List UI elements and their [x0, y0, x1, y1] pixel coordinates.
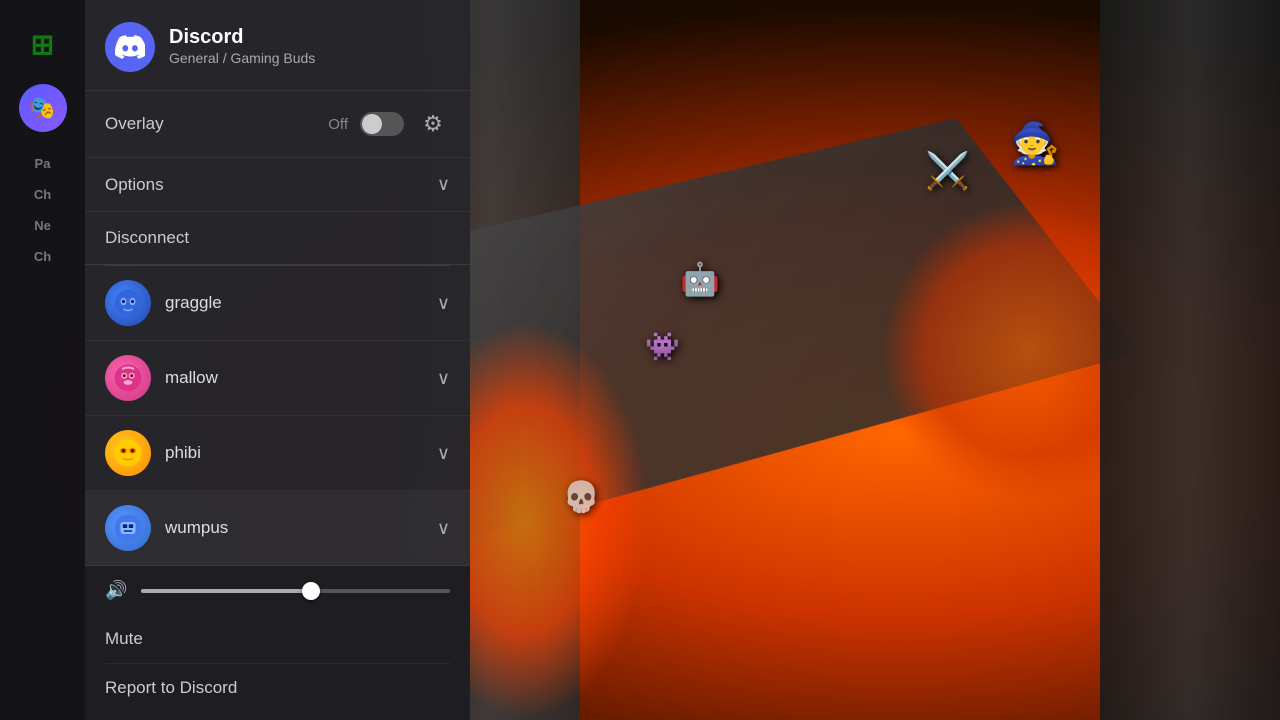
- user-row-wumpus[interactable]: wumpus ∨: [85, 491, 470, 566]
- overlay-toggle[interactable]: [360, 112, 404, 136]
- user-left-phibi: phibi: [105, 430, 201, 476]
- left-navigation-strip: ⊞ 🎭 Pa Ch Ne Ch: [0, 0, 85, 720]
- discord-panel: Discord General / Gaming Buds Overlay Of…: [85, 0, 470, 720]
- chevron-wumpus: ∨: [437, 518, 450, 539]
- volume-slider-thumb[interactable]: [302, 582, 320, 600]
- overlay-label: Overlay: [105, 114, 164, 134]
- avatar-wumpus: [105, 505, 151, 551]
- overlay-settings-button[interactable]: ⚙: [416, 107, 450, 141]
- character-wizard: 🧙: [1010, 120, 1060, 167]
- username-wumpus: wumpus: [165, 518, 228, 538]
- wall-right: [1100, 0, 1280, 720]
- xbox-icon: ⊞: [19, 20, 67, 68]
- strip-label-pa: Pa: [35, 156, 51, 171]
- avatar-graggle: [105, 280, 151, 326]
- report-label: Report to Discord: [105, 678, 237, 697]
- disconnect-label: Disconnect: [105, 228, 189, 247]
- chevron-mallow: ∨: [437, 368, 450, 389]
- user-left-graggle: graggle: [105, 280, 222, 326]
- discord-channel: General / Gaming Buds: [169, 49, 315, 69]
- avatar-mallow: [105, 355, 151, 401]
- strip-label-ch2: Ch: [34, 249, 51, 264]
- overlay-row: Overlay Off ⚙: [85, 91, 470, 158]
- user-row-graggle[interactable]: graggle ∨: [85, 266, 470, 341]
- avatar-phibi: [105, 430, 151, 476]
- mute-label: Mute: [105, 629, 143, 648]
- xbox-icon-item[interactable]: ⊞: [19, 20, 67, 68]
- disconnect-row[interactable]: Disconnect: [85, 212, 470, 265]
- username-phibi: phibi: [165, 443, 201, 463]
- overlay-controls: Off ⚙: [328, 107, 450, 141]
- discord-title-block: Discord General / Gaming Buds: [169, 25, 315, 69]
- user-row-phibi[interactable]: phibi ∨: [85, 416, 470, 491]
- strip-avatar-item[interactable]: 🎭: [19, 84, 67, 132]
- character-robot: 🤖: [680, 260, 720, 298]
- username-mallow: mallow: [165, 368, 218, 388]
- report-action[interactable]: Report to Discord: [105, 664, 450, 716]
- volume-slider[interactable]: [141, 589, 450, 593]
- chevron-graggle: ∨: [437, 293, 450, 314]
- chevron-phibi: ∨: [437, 443, 450, 464]
- options-row[interactable]: Options ∨: [85, 158, 470, 212]
- character-fallen: 💀: [563, 480, 600, 515]
- character-knight: ⚔️: [925, 150, 970, 192]
- gear-icon: ⚙: [423, 111, 443, 137]
- mute-action[interactable]: Mute: [105, 615, 450, 664]
- character-enemy: 👾: [645, 330, 680, 363]
- overlay-status: Off: [328, 116, 348, 133]
- strip-label-ch1: Ch: [34, 187, 51, 202]
- user-row-mallow[interactable]: mallow ∨: [85, 341, 470, 416]
- strip-user-avatar: 🎭: [19, 84, 67, 132]
- volume-row: 🔊: [105, 580, 450, 601]
- user-left-wumpus: wumpus: [105, 505, 228, 551]
- volume-icon: 🔊: [105, 580, 129, 601]
- discord-app-name: Discord: [169, 25, 315, 49]
- options-label: Options: [105, 175, 164, 195]
- user-left-mallow: mallow: [105, 355, 218, 401]
- volume-slider-fill: [141, 589, 311, 593]
- discord-header: Discord General / Gaming Buds: [85, 0, 470, 91]
- username-graggle: graggle: [165, 293, 222, 313]
- options-chevron-icon: ∨: [437, 174, 450, 195]
- strip-label-ne: Ne: [34, 218, 51, 233]
- wumpus-expanded-section: 🔊 Mute Report to Discord: [85, 566, 470, 720]
- discord-logo: [105, 22, 155, 72]
